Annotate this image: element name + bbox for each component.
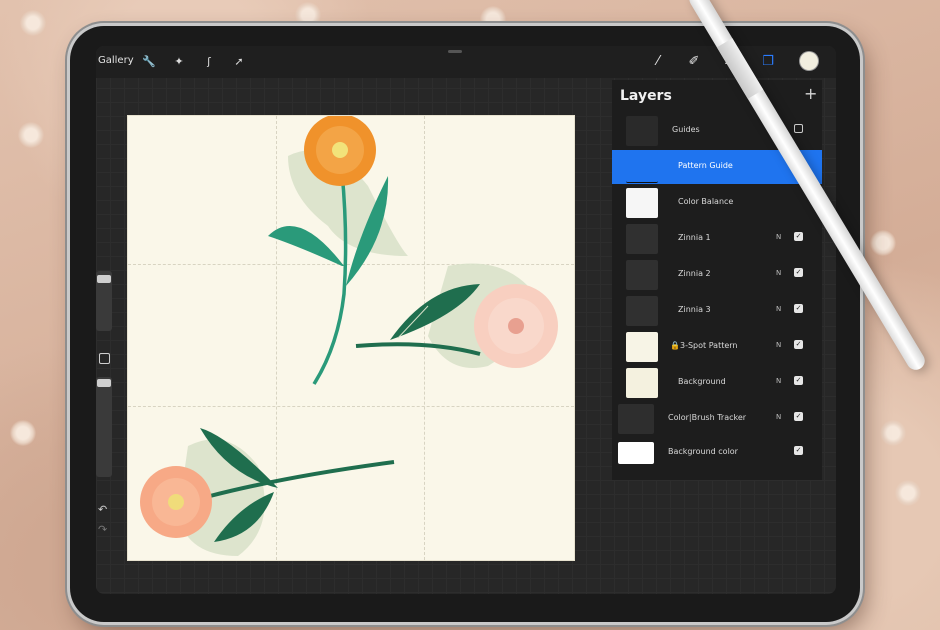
peach-zinnia (140, 466, 212, 538)
layer-name: Guides (672, 125, 700, 134)
layer-thumbnail (618, 442, 654, 464)
layer-name: Zinnia 1 (678, 233, 711, 242)
visibility-checkbox[interactable]: ✓ (794, 412, 803, 421)
layer-thumbnail (626, 116, 658, 146)
layers-icon[interactable]: ❐ (758, 52, 778, 72)
color-picker-swatch[interactable] (800, 52, 818, 70)
opacity-thumb[interactable] (97, 379, 111, 387)
orange-zinnia (304, 116, 376, 186)
fabric-tuft (20, 10, 46, 36)
blend-mode[interactable]: N (776, 233, 781, 241)
blend-mode[interactable]: N (776, 341, 781, 349)
procreate-screen: Gallery 🔧 ✦ ʃ ➚ ⁄ ✐ ▱ ❐ ↶ ↷ (96, 46, 836, 594)
visibility-checkbox[interactable] (794, 124, 803, 133)
layer-row[interactable]: Color|Brush Tracker N ✓ (612, 402, 822, 436)
layer-name: Color Balance (678, 197, 734, 206)
layer-thumbnail (626, 368, 658, 398)
modify-button[interactable] (99, 353, 110, 364)
layer-thumbnail (626, 332, 658, 362)
layers-title: Layers (620, 88, 672, 104)
layer-row[interactable]: Color Balance (612, 186, 822, 220)
layer-name: Zinnia 3 (678, 305, 711, 314)
add-layer-button[interactable]: + (804, 84, 817, 103)
wrench-icon[interactable]: 🔧 (142, 55, 156, 69)
layer-name: Color|Brush Tracker (668, 413, 747, 422)
layer-thumbnail (626, 152, 658, 183)
smudge-icon[interactable]: ✐ (684, 52, 704, 72)
layer-thumbnail (618, 404, 654, 434)
layer-name: 3-Spot Pattern (680, 341, 738, 350)
fabric-tuft (295, 2, 321, 28)
visibility-checkbox[interactable]: ✓ (794, 304, 803, 313)
fabric-tuft (18, 122, 44, 148)
layer-thumbnail (626, 224, 658, 254)
visibility-checkbox[interactable]: ✓ (794, 268, 803, 277)
visibility-checkbox[interactable]: ✓ (794, 340, 803, 349)
visibility-checkbox[interactable]: ✓ (794, 376, 803, 385)
brush-size-slider[interactable] (96, 271, 112, 331)
blend-mode[interactable]: N (776, 413, 781, 421)
wand-icon[interactable]: ✦ (172, 55, 186, 69)
s-curve-icon[interactable]: ʃ (202, 55, 216, 69)
zinnia-artwork (140, 116, 558, 556)
layer-row[interactable]: 🔒 3-Spot Pattern N ✓ (612, 330, 822, 364)
visibility-checkbox[interactable]: ✓ (794, 446, 803, 455)
blend-mode[interactable]: N (776, 377, 781, 385)
gallery-button[interactable]: Gallery (98, 55, 134, 66)
layer-row[interactable]: Zinnia 3 N ✓ (612, 294, 822, 328)
redo-icon[interactable]: ↷ (98, 523, 107, 536)
left-sidebar: ↶ ↷ (96, 271, 116, 591)
fabric-tuft (880, 420, 906, 446)
visibility-checkbox[interactable]: ✓ (794, 232, 803, 241)
fabric-tuft (895, 480, 921, 506)
arrow-cursor-icon[interactable]: ➚ (232, 55, 246, 69)
fabric-tuft (10, 420, 36, 446)
layer-row[interactable]: Background N ✓ (612, 366, 822, 400)
layer-row[interactable]: Zinnia 1 N ✓ (612, 222, 822, 256)
layer-row[interactable]: Background color ✓ (612, 436, 822, 470)
brush-icon[interactable]: ⁄ (648, 52, 668, 72)
toolbar-handle[interactable] (448, 50, 462, 53)
drawing-canvas[interactable] (128, 116, 574, 560)
layer-thumbnail (626, 260, 658, 290)
lock-icon: 🔒 (670, 341, 680, 350)
layer-thumbnail (626, 296, 658, 326)
blend-mode[interactable]: N (776, 305, 781, 313)
layer-row[interactable]: Zinnia 2 N ✓ (612, 258, 822, 292)
layer-name: Background color (668, 447, 738, 456)
layer-name: Pattern Guide (678, 161, 733, 170)
layer-name: Background (678, 377, 726, 386)
opacity-slider[interactable] (96, 377, 112, 477)
fabric-tuft (870, 230, 896, 256)
layer-name: Zinnia 2 (678, 269, 711, 278)
brush-size-thumb[interactable] (97, 275, 111, 283)
layer-thumbnail (626, 188, 658, 218)
undo-icon[interactable]: ↶ (98, 503, 107, 516)
pink-zinnia (474, 284, 558, 368)
blend-mode[interactable]: N (776, 269, 781, 277)
